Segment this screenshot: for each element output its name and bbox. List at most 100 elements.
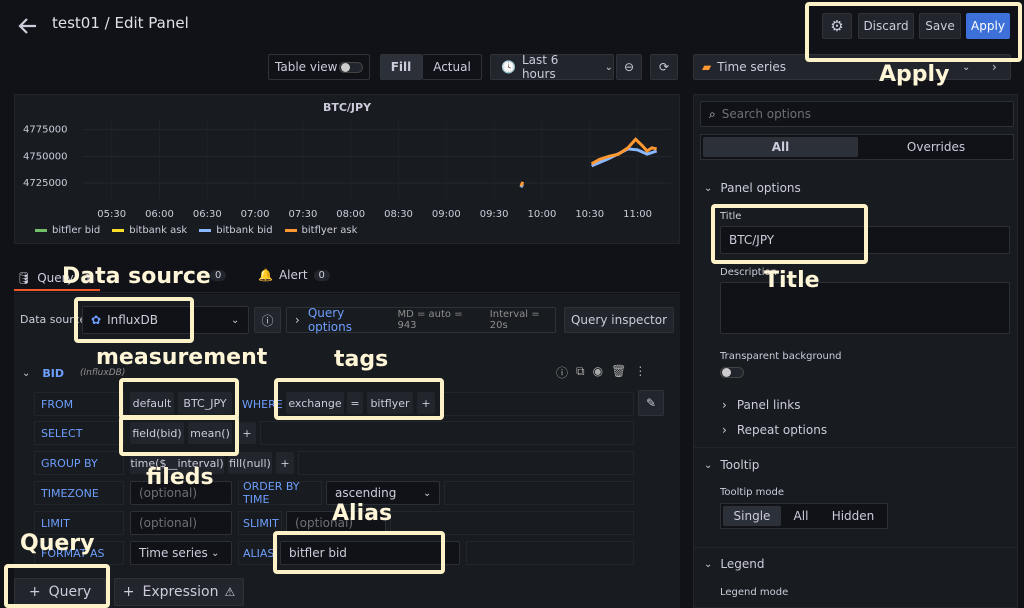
x-tick-label: 09:30 <box>480 209 509 220</box>
where-label: WHERE <box>242 397 283 411</box>
md-info: MD = auto = 943 <box>397 309 463 331</box>
from-measurement[interactable]: BTC_JPY <box>178 392 232 414</box>
where-value[interactable]: bitflyer <box>367 392 413 414</box>
zoom-out-icon: ⊖ <box>623 60 635 74</box>
select-field[interactable]: field(bid) <box>130 422 184 444</box>
add-query-label: Query <box>48 584 92 600</box>
refresh-button[interactable]: ⟳ <box>650 54 678 80</box>
help-icon: ⓘ <box>261 313 274 328</box>
datasource-picker[interactable]: ✿ InfluxDB ⌄ <box>82 306 249 334</box>
tooltip-mode-single[interactable]: Single <box>723 506 781 526</box>
where-key[interactable]: exchange <box>286 392 344 414</box>
where-add-button[interactable]: + <box>417 392 435 414</box>
legend-item[interactable]: bitbank ask <box>112 225 187 236</box>
alias-row-filler <box>466 541 634 565</box>
query-name[interactable]: BID <box>42 367 64 380</box>
from-policy[interactable]: default <box>130 392 174 414</box>
refresh-icon: ⟳ <box>658 60 670 74</box>
chevron-right-icon: › <box>295 313 300 327</box>
trash-icon[interactable]: 🗑 <box>611 364 626 381</box>
tab-all[interactable]: All <box>703 137 858 157</box>
tabs-divider <box>14 292 680 293</box>
query-options-button[interactable]: › Query options MD = auto = 943 Interval… <box>286 306 556 334</box>
legend-header[interactable]: ⌄ Legend <box>704 557 764 571</box>
chevron-down-icon: ⌄ <box>211 547 220 559</box>
panel-links-item[interactable]: › Panel links <box>722 398 800 412</box>
select-add-button[interactable]: + <box>238 422 256 444</box>
chevron-right-icon: › <box>992 60 997 74</box>
clock-icon: 🕓 <box>501 60 516 74</box>
save-button[interactable]: Save <box>919 13 961 39</box>
panel-options-header[interactable]: ⌄ Panel options <box>704 181 801 195</box>
groupby-fill[interactable]: fill(null) <box>228 452 272 474</box>
limit-input[interactable]: (optional) <box>130 511 232 535</box>
legend-swatch <box>284 229 297 232</box>
toggle-switch[interactable] <box>339 62 363 73</box>
page-title: test01 / Edit Panel <box>52 14 189 32</box>
orderby-row-filler <box>444 481 634 505</box>
legend-item[interactable]: bitfler bid <box>35 225 100 236</box>
time-series-icon: ▰ <box>702 60 712 74</box>
edit-mode-button[interactable]: ✎ <box>638 390 664 416</box>
duplicate-icon[interactable]: ⧉ <box>576 364 585 381</box>
groupby-add-button[interactable]: + <box>276 452 294 474</box>
legend-mode-label: Legend mode <box>720 587 789 598</box>
annotation-datasource: Data source <box>62 264 211 289</box>
apply-button[interactable]: Apply <box>966 13 1010 39</box>
tooltip-mode-all[interactable]: All <box>783 506 819 526</box>
chevron-down-icon[interactable]: ⌄ <box>22 368 30 379</box>
tab-alert-label: Alert <box>278 268 308 282</box>
discard-button[interactable]: Discard <box>858 13 914 39</box>
where-operator[interactable]: = <box>347 392 363 414</box>
alias-label: ALIAS <box>238 541 278 565</box>
transparent-toggle[interactable] <box>720 367 744 378</box>
tab-overrides[interactable]: Overrides <box>860 137 1012 157</box>
chevron-down-icon: ⌄ <box>962 61 971 73</box>
table-view-toggle[interactable]: Table view <box>268 54 370 80</box>
x-tick-label: 06:30 <box>193 209 222 220</box>
query-inspector-button[interactable]: Query inspector <box>564 307 674 333</box>
back-arrow-icon[interactable] <box>16 14 40 38</box>
legend-item[interactable]: bitflyer ask <box>284 225 357 236</box>
add-expression-button[interactable]: + Expression ⚠ <box>114 578 244 606</box>
alias-input[interactable]: bitfler bid <box>280 541 460 565</box>
actual-button[interactable]: Actual <box>422 54 482 80</box>
panel-preview: BTC/JPY 4775000 4750000 4725000 05:30 06:00 0… <box>14 94 680 244</box>
x-tick-label: 07:30 <box>288 209 317 220</box>
annotation-apply: Apply <box>879 62 950 87</box>
x-tick-label: 05:30 <box>97 209 126 220</box>
datasource-help-button[interactable]: ⓘ <box>254 307 281 333</box>
search-options-input[interactable]: ⌕ Search options <box>700 101 1014 127</box>
tooltip-mode-hidden[interactable]: Hidden <box>821 506 885 526</box>
add-query-button[interactable]: + Query <box>14 578 106 606</box>
panel-links-label: Panel links <box>736 398 801 412</box>
add-expression-label: Expression <box>142 584 219 600</box>
x-tick-label: 09:00 <box>432 209 461 220</box>
tab-alert[interactable]: 🔔 Alert 0 <box>258 268 330 282</box>
viz-picker[interactable]: ▰ Time series ⌄ › <box>693 54 1011 80</box>
drag-handle-icon[interactable]: ⋮ <box>634 364 646 381</box>
legend-divider <box>694 547 1017 548</box>
orderby-label: ORDER BY TIME <box>238 480 322 506</box>
repeat-options-item[interactable]: › Repeat options <box>722 423 827 437</box>
help-icon[interactable]: ⓘ <box>556 364 568 381</box>
tooltip-header[interactable]: ⌄ Tooltip <box>704 458 759 472</box>
y-tick-label: 4725000 <box>23 178 68 189</box>
select-fn[interactable]: mean() <box>188 422 232 444</box>
search-icon: ⌕ <box>709 106 716 121</box>
chevron-down-icon: ⌄ <box>231 314 240 326</box>
tab-transform-count[interactable]: 0 <box>210 270 227 281</box>
title-input[interactable]: BTC/JPY <box>720 226 1010 254</box>
legend-label: bitbank bid <box>216 225 273 236</box>
format-select[interactable]: Time series ⌄ <box>130 541 232 565</box>
tab-underline <box>14 289 100 291</box>
fill-button[interactable]: Fill <box>380 54 422 80</box>
bell-icon: 🔔 <box>258 268 273 282</box>
time-range-picker[interactable]: 🕓 Last 6 hours ⌄ <box>490 53 614 81</box>
series-line <box>590 137 658 166</box>
eye-icon[interactable]: ◉ <box>593 364 603 381</box>
settings-button[interactable]: ⚙ <box>822 13 852 39</box>
legend-item[interactable]: bitbank bid <box>199 225 273 236</box>
from-row-filler <box>440 392 634 416</box>
zoom-out-button[interactable]: ⊖ <box>616 54 642 80</box>
